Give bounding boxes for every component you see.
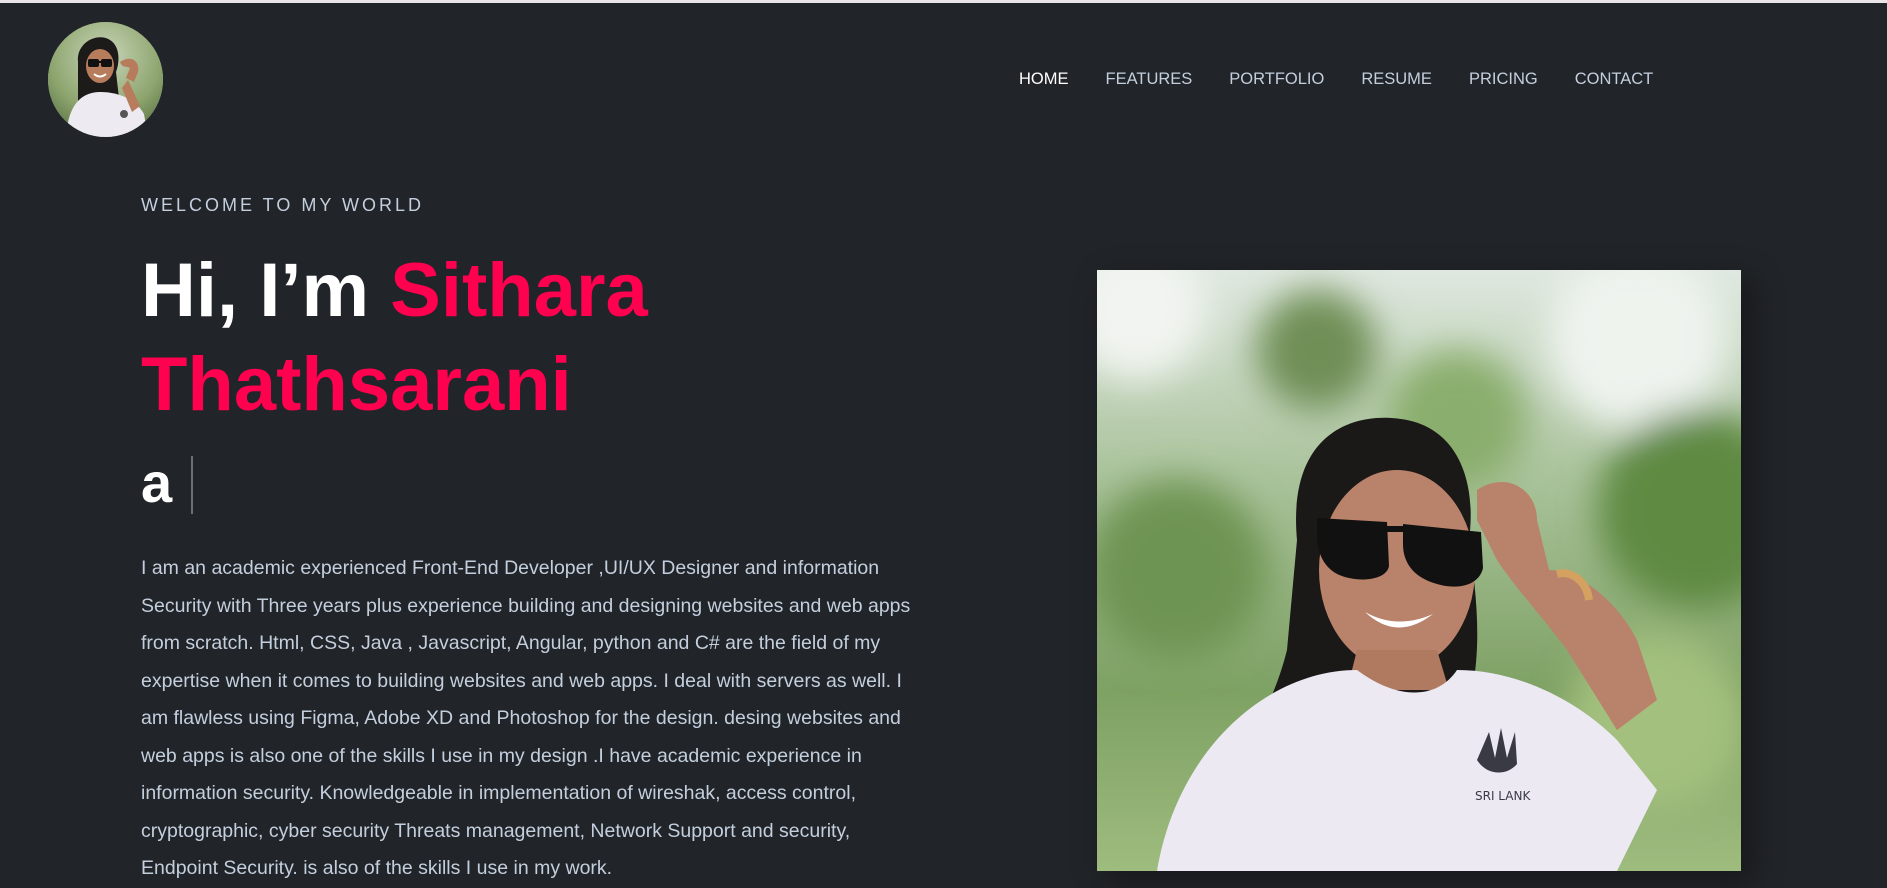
nav-home[interactable]: HOME <box>1019 69 1069 89</box>
hero-photo: SRI LANK <box>1097 270 1741 871</box>
svg-text:SRI LANK: SRI LANK <box>1475 789 1531 803</box>
avatar[interactable] <box>48 22 163 137</box>
nav-contact[interactable]: CONTACT <box>1575 69 1654 89</box>
nav-resume[interactable]: RESUME <box>1361 69 1432 89</box>
nav-features[interactable]: FEATURES <box>1106 69 1193 89</box>
greeting: Hi, I’m <box>141 248 370 333</box>
bio-paragraph: I am an academic experienced Front-End D… <box>141 557 911 879</box>
main-nav: HOME FEATURES PORTFOLIO RESUME PRICING C… <box>1019 69 1690 89</box>
avatar-portrait <box>48 22 163 137</box>
nav-portfolio[interactable]: PORTFOLIO <box>1229 69 1324 89</box>
typing-cursor <box>191 456 193 514</box>
top-strip <box>0 0 1887 3</box>
welcome-text: WELCOME TO MY WORLD <box>141 195 425 215</box>
nav-pricing[interactable]: PRICING <box>1469 69 1538 89</box>
hero-portrait: SRI LANK <box>1097 270 1741 871</box>
hero-headline: Hi, I’m Sithara Thathsarani <box>141 244 941 432</box>
typed-role: a <box>141 451 173 514</box>
